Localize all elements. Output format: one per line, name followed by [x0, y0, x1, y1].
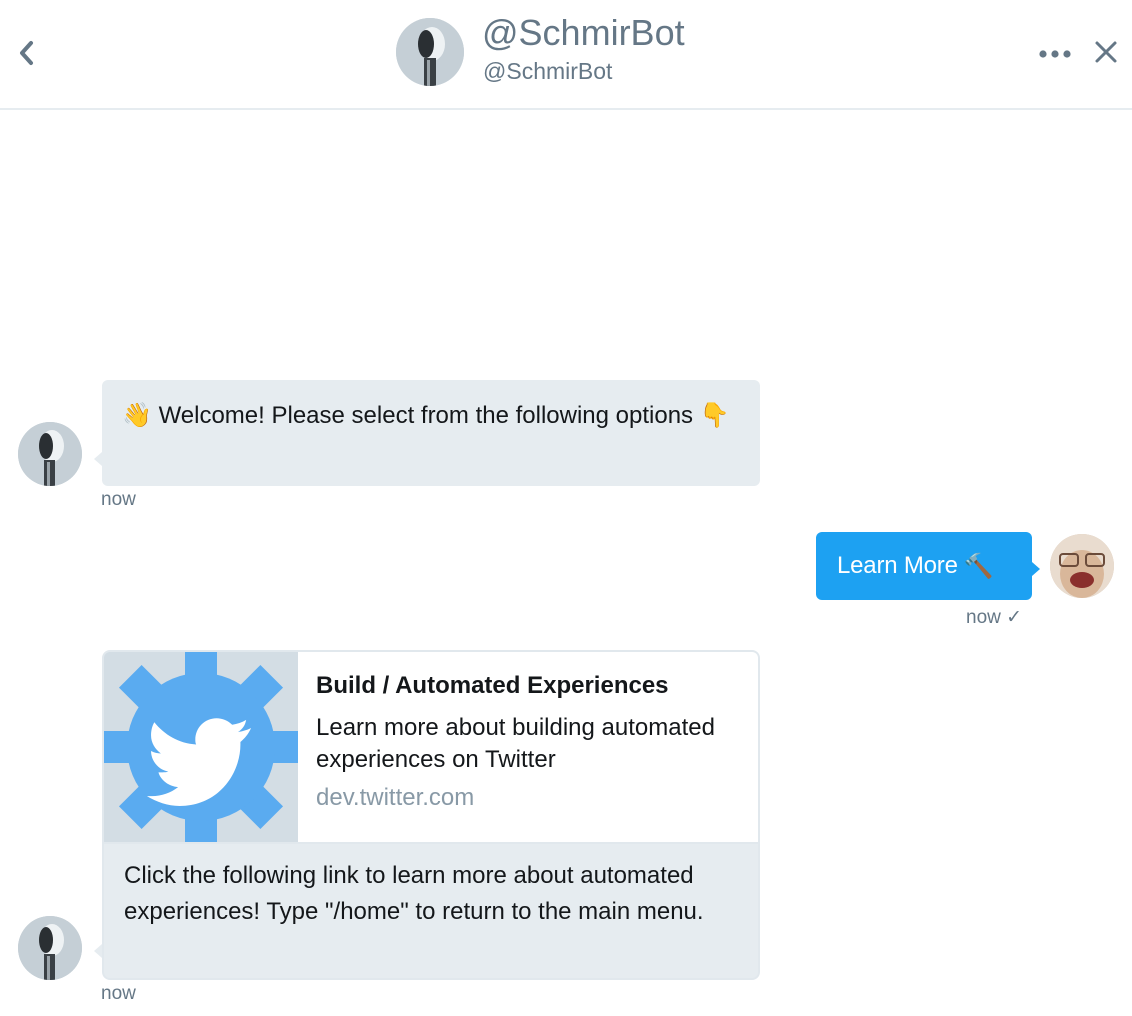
- conversation-title: @SchmirBot: [482, 12, 685, 53]
- timestamp-text: now: [966, 607, 1001, 628]
- card-title: Build / Automated Experiences: [316, 672, 669, 699]
- bubble-tail: [94, 944, 102, 958]
- link-card[interactable]: Build / Automated Experiences Learn more…: [104, 652, 758, 844]
- message-text: Click the following link to learn more a…: [124, 862, 704, 925]
- waving-hand-emoji: 👋: [122, 402, 152, 429]
- message-timestamp: now ✓: [966, 606, 1022, 629]
- message-bubble-card: Build / Automated Experiences Learn more…: [102, 650, 760, 980]
- chevron-left-icon: [20, 41, 33, 65]
- message-timestamp: now: [101, 983, 136, 1004]
- pointing-down-emoji: 👇: [699, 402, 730, 429]
- more-options-button[interactable]: [1038, 44, 1072, 64]
- close-icon: [1095, 41, 1117, 63]
- read-receipt-icon: ✓: [1006, 607, 1023, 628]
- message-bubble-learn-more[interactable]: Learn More 🔨: [816, 532, 1032, 600]
- conversation-handle: @SchmirBot: [483, 58, 613, 84]
- reply-text: Learn More: [837, 552, 958, 579]
- back-button[interactable]: [14, 38, 40, 68]
- conversation-header: @SchmirBot @SchmirBot: [0, 0, 1132, 110]
- card-domain: dev.twitter.com: [316, 784, 475, 811]
- bot-avatar[interactable]: [396, 18, 464, 86]
- close-button[interactable]: [1094, 40, 1118, 64]
- hammer-emoji: 🔨: [963, 552, 994, 580]
- twitter-gear-logo-icon: [104, 652, 298, 842]
- message-text: 👋 Welcome! Please select from the follow…: [122, 398, 740, 434]
- user-avatar[interactable]: [1050, 534, 1114, 598]
- more-horizontal-icon: [1039, 50, 1071, 58]
- bot-avatar[interactable]: [18, 422, 82, 486]
- bubble-tail: [94, 452, 102, 466]
- bot-avatar[interactable]: [18, 916, 82, 980]
- welcome-text: Welcome! Please select from the followin…: [158, 402, 694, 429]
- message-timestamp: now: [101, 489, 136, 510]
- message-bubble-welcome[interactable]: 👋 Welcome! Please select from the follow…: [102, 380, 760, 486]
- card-description: Learn more about building automated expe…: [316, 714, 715, 773]
- bubble-tail: [1032, 562, 1040, 576]
